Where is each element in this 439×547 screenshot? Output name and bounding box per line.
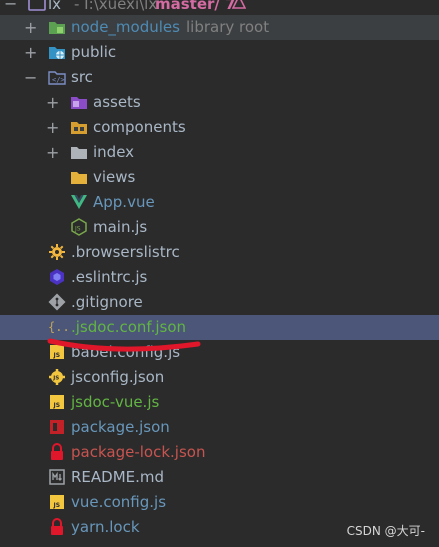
red-underline-annotation	[47, 338, 201, 352]
project-tree: − lx - I:\xuexi\lx master/ 7 + node_modu…	[0, 0, 439, 547]
watermark: CSDN @大可-	[346, 524, 425, 538]
